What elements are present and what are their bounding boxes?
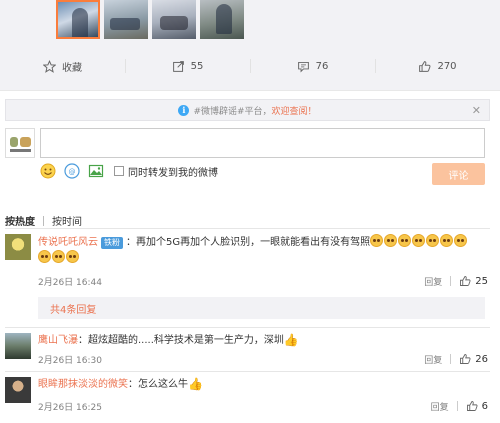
comment-text: ：怎么这么牛 [128, 379, 188, 390]
reply-button[interactable]: 回复 [424, 353, 450, 366]
image-icon[interactable] [88, 163, 104, 179]
thumbnail[interactable] [152, 0, 196, 39]
divider [5, 371, 490, 372]
svg-text:@: @ [69, 168, 76, 176]
comment-like-button[interactable]: 6 [466, 400, 488, 412]
comment-like-button[interactable]: 25 [459, 275, 488, 287]
thumbnail[interactable] [200, 0, 244, 39]
star-icon [43, 59, 56, 73]
divider [5, 228, 490, 229]
fan-badge[interactable]: 铁粉 [101, 237, 123, 249]
comment-body: 鹰山飞瀑：超炫超酷的.....科学技术是第一生产力，深圳👍 [38, 333, 488, 348]
comment-time: 2月26日 16:44 [38, 277, 102, 288]
repost-count: 55 [190, 60, 204, 72]
comment-like-count: 25 [475, 275, 488, 287]
notice-text[interactable]: #微博辟谣#平台， [193, 104, 271, 117]
avatar[interactable] [5, 333, 31, 359]
tab-sort-time[interactable]: 按时间 [52, 213, 82, 228]
reply-button[interactable]: 回复 [424, 275, 450, 288]
favorite-button[interactable]: 收藏 [0, 50, 125, 82]
topic-icon[interactable]: @ [64, 163, 80, 179]
comment-like-count: 26 [475, 353, 488, 365]
thumbs-up-emoji-icon: 👍 [283, 333, 299, 347]
comment-text: ：再加个5G再加个人脸识别，一眼就能看出有没有驾照 [126, 237, 371, 248]
comment-meta: 2月26日 16:25 回复 6 [38, 399, 488, 413]
comment-username[interactable]: 眼眸那抹淡淡的微笑 [38, 379, 128, 390]
divider [5, 327, 490, 328]
avatar[interactable] [5, 234, 31, 260]
thumbs-up-icon [466, 401, 478, 411]
comment-icon [297, 61, 309, 73]
comment-text: ：超炫超酷的.....科学技术是第一生产力，深圳 [78, 335, 284, 346]
comment-input[interactable] [40, 128, 485, 158]
comment-item: 眼眸那抹淡淡的微笑：怎么这么牛👍 2月26日 16:25 回复 6 [5, 377, 490, 417]
like-count: 270 [437, 60, 457, 72]
close-icon[interactable]: ✕ [472, 104, 481, 117]
comment-time: 2月26日 16:25 [38, 402, 102, 413]
sort-tabs: 按热度 按时间 [5, 213, 82, 228]
thumbnail-selected[interactable] [56, 0, 100, 39]
repost-button[interactable]: 55 [125, 50, 250, 82]
comment-panel: i #微博辟谣#平台， 欢迎查阅！ ✕ @ 同时转发到我的微博 评论 按热度 按时… [0, 90, 500, 423]
info-icon: i [178, 104, 190, 116]
notice-link[interactable]: 欢迎查阅！ [272, 104, 317, 117]
compose-toolbar: @ 同时转发到我的微博 [40, 163, 218, 179]
comment-meta: 2月26日 16:44 回复 25 [38, 274, 488, 288]
comment-body: 眼眸那抹淡淡的微笑：怎么这么牛👍 [38, 377, 488, 392]
avatar[interactable] [5, 377, 31, 403]
reply-button[interactable]: 回复 [431, 400, 457, 413]
more-replies-link[interactable]: 共4条回复 [38, 297, 485, 319]
comment-like-button[interactable]: 26 [459, 353, 488, 365]
comment-button[interactable]: 76 [250, 50, 375, 82]
repost-checkbox-label: 同时转发到我的微博 [128, 167, 218, 179]
comment-time: 2月26日 16:30 [38, 355, 102, 366]
comment-username[interactable]: 鹰山飞瀑 [38, 335, 78, 346]
comment-body: 传说吒吒风云 铁粉 ：再加个5G再加个人脸识别，一眼就能看出有没有驾照 [38, 234, 488, 266]
divider [43, 215, 44, 226]
comment-like-count: 6 [481, 400, 488, 412]
tab-sort-hot[interactable]: 按热度 [5, 213, 35, 228]
checkbox-box[interactable] [114, 166, 124, 176]
thumbs-up-icon [460, 276, 471, 286]
avatar[interactable] [5, 128, 35, 158]
thumbs-up-emoji-icon: 👍 [188, 377, 203, 391]
comment-count: 76 [315, 60, 329, 72]
submit-comment-button[interactable]: 评论 [432, 163, 485, 185]
emoji-icon[interactable] [40, 163, 56, 179]
image-thumbnails [56, 0, 244, 40]
notice-banner: i #微博辟谣#平台， 欢迎查阅！ ✕ [5, 99, 490, 121]
comment-meta: 2月26日 16:30 回复 26 [38, 352, 488, 366]
comment-username[interactable]: 传说吒吒风云 [38, 237, 98, 248]
thumbnail[interactable] [104, 0, 148, 39]
repost-checkbox[interactable]: 同时转发到我的微博 [114, 164, 218, 179]
repost-icon [172, 60, 184, 72]
thumbs-up-icon [460, 354, 471, 364]
comment-item: 鹰山飞瀑：超炫超酷的.....科学技术是第一生产力，深圳👍 2月26日 16:3… [5, 333, 490, 373]
thumbs-up-icon [419, 60, 431, 72]
action-bar: 收藏 55 76 270 [0, 50, 500, 82]
like-button[interactable]: 270 [375, 50, 500, 82]
favorite-label: 收藏 [62, 62, 82, 74]
